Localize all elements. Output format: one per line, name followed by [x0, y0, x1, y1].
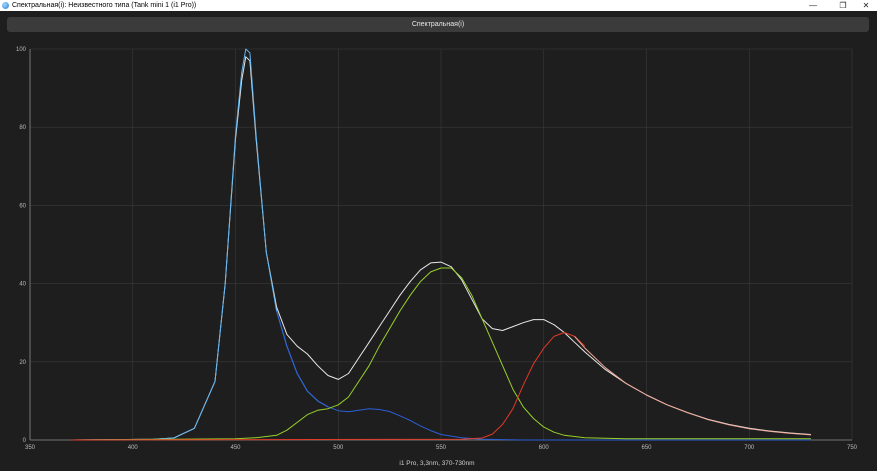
window-title: Спектральная(i): Неизвестного типа (Tank… [12, 2, 197, 9]
title-bar: Спектральная(i): Неизвестного типа (Tank… [0, 0, 877, 11]
x-tick-label: 400 [128, 445, 139, 451]
x-tick-label: 750 [847, 445, 858, 451]
grid [29, 48, 853, 441]
y-tick-label: 100 [16, 47, 27, 53]
x-tick-label: 450 [230, 445, 241, 451]
y-tick-label: 60 [19, 203, 26, 209]
y-tick-label: 20 [19, 360, 26, 366]
series-line-salmon [574, 336, 811, 436]
x-tick-label: 550 [436, 445, 447, 451]
tab-spectral[interactable]: Спектральная(i) [7, 17, 869, 32]
series-line-light-blue [71, 48, 329, 441]
maximize-button[interactable]: ❐ [832, 0, 854, 11]
x-axis-label: i1 Pro, 3,3nm, 370-730nm [399, 460, 474, 467]
app-icon [2, 2, 9, 9]
x-tick-label: 350 [25, 445, 36, 451]
close-button[interactable]: ✕ [855, 0, 877, 11]
spectral-chart: 350 400 450 500 550 600 650 700 750020406080100 … [16, 47, 858, 467]
axes: 350 400 450 500 550 600 650 700 750 0 20 40 60 80 100 [16, 47, 858, 451]
series-line-red [71, 332, 586, 441]
y-tick-label: 80 [19, 125, 26, 131]
minimize-button[interactable]: — [802, 0, 824, 11]
x-tick-label: 600 [539, 445, 550, 451]
y-tick-label: 40 [19, 282, 26, 288]
y-tick-label: 0 [23, 438, 27, 444]
x-tick-label: 650 [641, 445, 652, 451]
x-tick-label: 500 [333, 445, 344, 451]
x-tick-label: 700 [744, 445, 755, 451]
